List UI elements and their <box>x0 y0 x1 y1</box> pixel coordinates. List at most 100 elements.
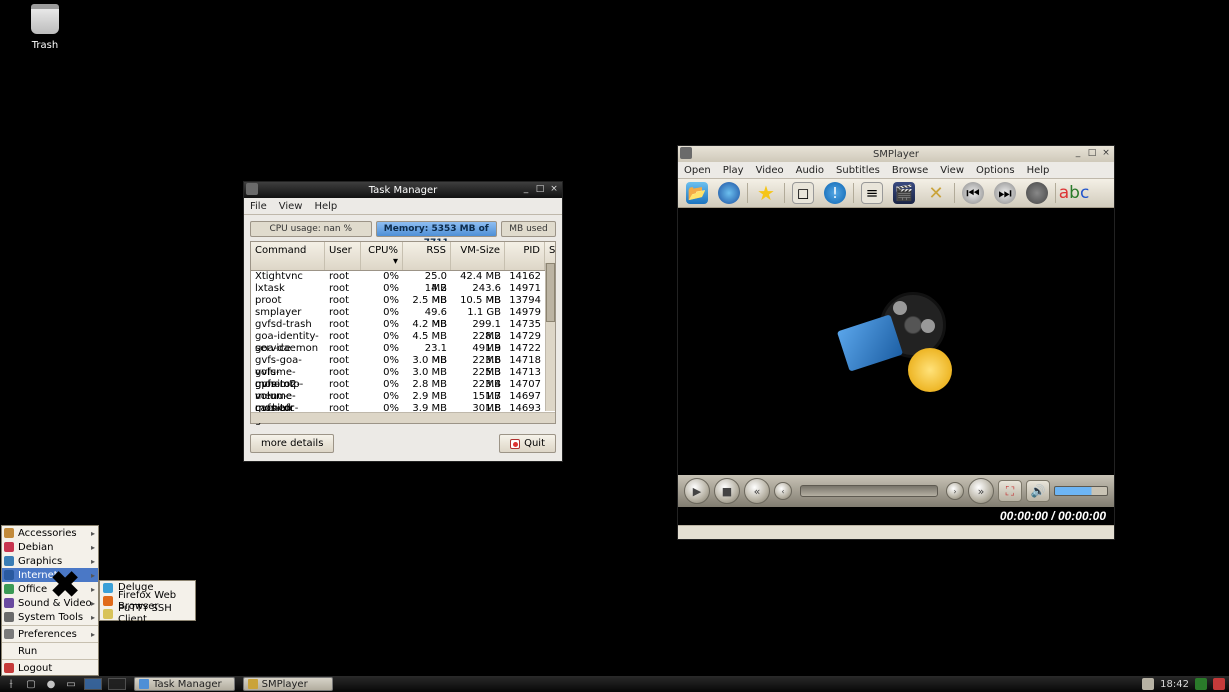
desktop-trash[interactable]: Trash <box>20 4 70 51</box>
quit-icon <box>510 439 520 449</box>
menu-options[interactable]: Options <box>976 165 1015 176</box>
vertical-scrollbar[interactable] <box>545 263 555 411</box>
window-title: Task Manager <box>369 185 438 196</box>
col-pid[interactable]: PID <box>505 242 545 270</box>
menu-help[interactable]: Help <box>1027 165 1050 176</box>
table-row[interactable]: goa-identity-serviceroot0%4.5 MB228.2 MB… <box>251 331 555 343</box>
taskbar-smplayer[interactable]: SMPlayer <box>243 677 333 691</box>
workspace1-button[interactable] <box>84 678 102 690</box>
trash-icon <box>31 4 59 34</box>
repeat-icon[interactable] <box>1026 182 1048 204</box>
menu-play[interactable]: Play <box>723 165 744 176</box>
table-row[interactable]: smplayerroot0%49.6 MB1.1 GB14979 <box>251 307 555 319</box>
playlist-icon[interactable]: ≡ <box>861 182 883 204</box>
channels-icon[interactable]: abc <box>1063 182 1085 204</box>
trash-label: Trash <box>32 40 58 51</box>
file-manager-launcher[interactable]: ▢ <box>24 678 38 690</box>
rewind-button[interactable]: « <box>744 478 770 504</box>
smplayer-controls: ▶ ■ « ‹ › » ⛶ 🔊 <box>678 475 1114 507</box>
table-row[interactable]: gvfs-mtp-volume-monitorroot0%2.8 MB223.4… <box>251 379 555 391</box>
next-chapter-icon[interactable]: ⏭ <box>994 182 1016 204</box>
menu-view[interactable]: View <box>279 201 303 212</box>
col-rss[interactable]: RSS <box>403 242 451 270</box>
menu-view[interactable]: View <box>940 165 964 176</box>
menu-browse[interactable]: Browse <box>892 165 928 176</box>
play-button[interactable]: ▶ <box>684 478 710 504</box>
seek-slider[interactable] <box>800 485 938 497</box>
logout-icon <box>4 663 14 673</box>
menu-item-run[interactable]: Run <box>2 644 98 658</box>
network-tray-icon[interactable] <box>1195 678 1207 690</box>
workspace2-button[interactable] <box>108 678 126 690</box>
screenshot-icon[interactable]: ◻ <box>792 182 814 204</box>
mute-button[interactable]: 🔊 <box>1026 480 1050 502</box>
menu-item-debian[interactable]: Debian▸ <box>2 540 98 554</box>
volume-slider[interactable] <box>1054 486 1108 496</box>
table-row[interactable]: gvfsd-trashroot0%4.2 MB299.1 MB14735 <box>251 319 555 331</box>
submenu-item-putty-ssh-client[interactable]: PuTTY SSH Client <box>100 607 195 620</box>
table-row[interactable]: menu-cachedroot0%2.9 MB151.7 MB14697 <box>251 391 555 403</box>
preferences-icon[interactable]: ✕ <box>925 182 947 204</box>
internet-submenu: DelugeFirefox Web BrowserPuTTY SSH Clien… <box>99 580 196 621</box>
info-icon[interactable]: ! <box>824 182 846 204</box>
open-file-icon[interactable]: 📂 <box>686 182 708 204</box>
prev-chapter-icon[interactable]: ⏮ <box>962 182 984 204</box>
menu-open[interactable]: Open <box>684 165 711 176</box>
step-back-button[interactable]: ‹ <box>774 482 792 500</box>
media-icon[interactable]: 🎬 <box>893 182 915 204</box>
task-manager-titlebar[interactable]: Task Manager _ □ × <box>244 182 562 198</box>
menu-item-preferences[interactable]: Preferences▸ <box>2 627 98 641</box>
fullscreen-button[interactable]: ⛶ <box>998 480 1022 502</box>
menu-item-system-tools[interactable]: System Tools▸ <box>2 610 98 624</box>
horizontal-scrollbar[interactable] <box>251 412 555 423</box>
table-row[interactable]: gvfs-goa-volume-monitorroot0%3.0 MB223.6… <box>251 355 555 367</box>
category-icon <box>4 528 14 538</box>
menu-item-accessories[interactable]: Accessories▸ <box>2 526 98 540</box>
menu-video[interactable]: Video <box>756 165 784 176</box>
close-button[interactable]: × <box>548 183 560 195</box>
table-row[interactable]: goa-daemonroot0%23.1 MB491.9 MB14722 <box>251 343 555 355</box>
start-menu-button[interactable]: ⟊ <box>4 678 18 690</box>
col-cpu[interactable]: CPU% ▾ <box>361 242 403 270</box>
video-area[interactable] <box>678 208 1114 475</box>
favorites-icon[interactable]: ★ <box>755 182 777 204</box>
menu-audio[interactable]: Audio <box>796 165 824 176</box>
col-command[interactable]: Command <box>251 242 325 270</box>
maximize-button[interactable]: □ <box>1086 147 1098 159</box>
more-details-button[interactable]: more details <box>250 434 334 453</box>
memory-usage-bar: Memory: 5353 MB of 7711 <box>376 221 498 237</box>
minimize-button[interactable]: _ <box>1072 147 1084 159</box>
quit-button[interactable]: Quit <box>499 434 556 453</box>
logout-tray-icon[interactable] <box>1213 678 1225 690</box>
menu-subtitles[interactable]: Subtitles <box>836 165 880 176</box>
table-row[interactable]: prootroot0%2.5 MB10.5 MB13794 <box>251 295 555 307</box>
clock[interactable]: 18:42 <box>1160 679 1189 690</box>
taskbar-task-manager[interactable]: Task Manager <box>134 677 235 691</box>
minimize-button[interactable]: _ <box>520 183 532 195</box>
category-icon <box>4 542 14 552</box>
step-fwd-button[interactable]: › <box>946 482 964 500</box>
toolbar-separator <box>747 183 748 203</box>
maximize-button[interactable]: □ <box>534 183 546 195</box>
table-row[interactable]: lxtaskroot0%14.2 MB243.6 MB14971 <box>251 283 555 295</box>
forward-button[interactable]: » <box>968 478 994 504</box>
menu-file[interactable]: File <box>250 201 267 212</box>
menu-item-logout[interactable]: Logout <box>2 661 98 675</box>
scrollbar-thumb[interactable] <box>546 263 555 322</box>
process-table: Command User CPU% ▾ RSS VM-Size PID S Xt… <box>250 241 556 424</box>
browser-launcher[interactable]: ● <box>44 678 58 690</box>
toolbar-separator <box>784 183 785 203</box>
smplayer-titlebar[interactable]: SMPlayer _ □ × <box>678 146 1114 162</box>
close-button[interactable]: × <box>1100 147 1112 159</box>
minimize-all-button[interactable]: ▭ <box>64 678 78 690</box>
col-user[interactable]: User <box>325 242 361 270</box>
toolbar-separator <box>853 183 854 203</box>
stop-button[interactable]: ■ <box>714 478 740 504</box>
col-vmsize[interactable]: VM-Size <box>451 242 505 270</box>
table-row[interactable]: Xtightvncroot0%25.0 MB42.4 MB14162 <box>251 271 555 283</box>
menu-help[interactable]: Help <box>314 201 337 212</box>
table-row[interactable]: gvfs-gphoto2-volume-monitorroot0%3.0 MB2… <box>251 367 555 379</box>
tray-icon[interactable] <box>1142 678 1154 690</box>
open-url-icon[interactable] <box>718 182 740 204</box>
smplayer-window: SMPlayer _ □ × Open Play Video Audio Sub… <box>677 145 1115 540</box>
